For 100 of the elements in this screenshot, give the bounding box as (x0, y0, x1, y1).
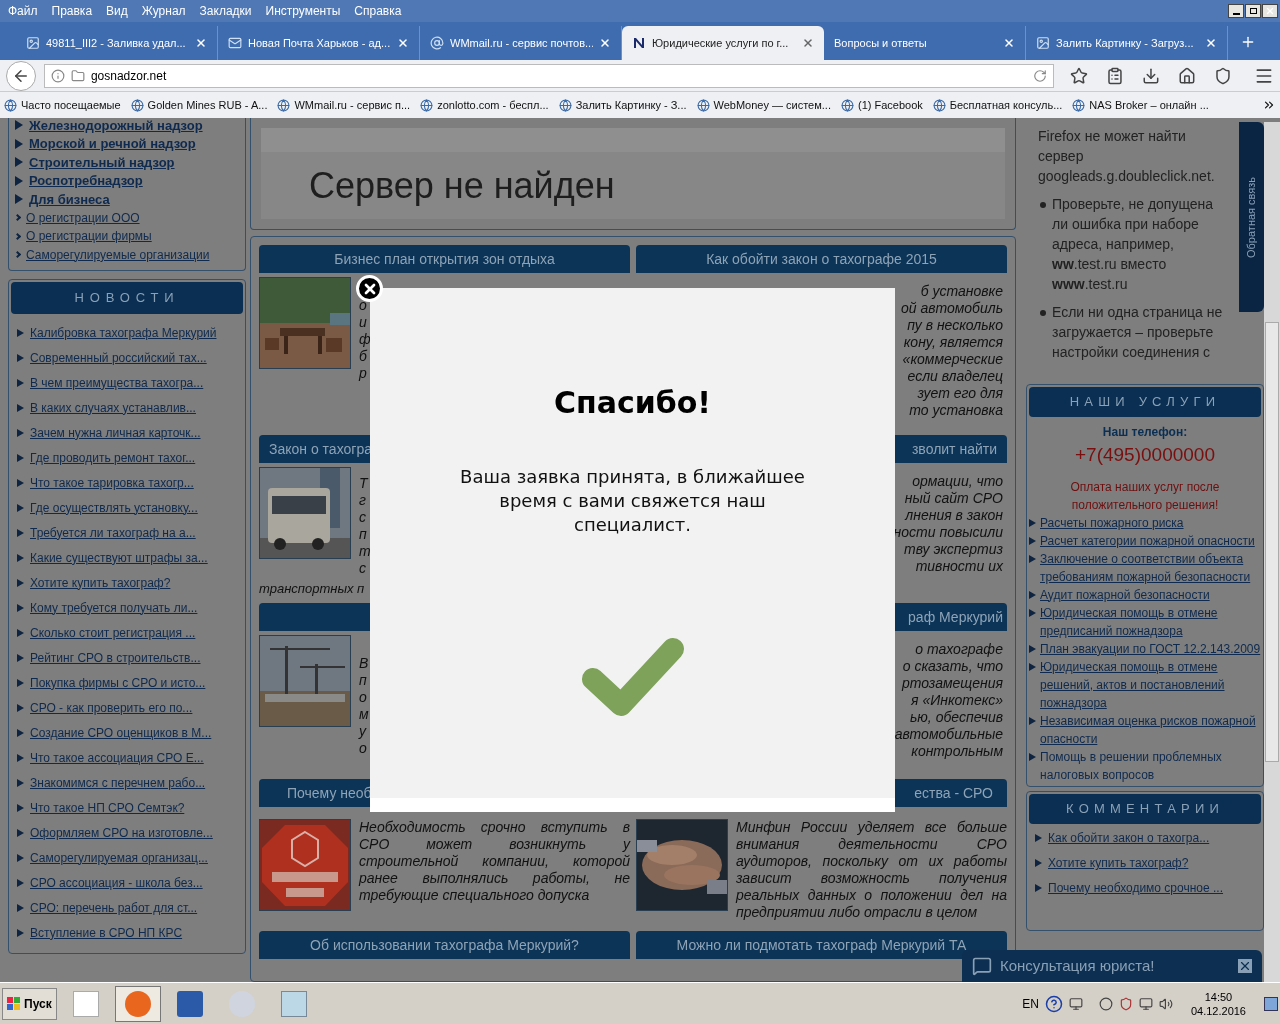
bookmark-item[interactable]: Golden Mines RUB - A... (130, 96, 268, 114)
sidebar-link[interactable]: О регистрации фирмы (26, 227, 152, 246)
tray-icon[interactable] (1098, 996, 1113, 1011)
bookmark-item[interactable]: zonlotto.com - беспл... (420, 96, 549, 114)
info-icon[interactable] (50, 68, 65, 83)
service-link[interactable]: Независимая оценка рисков пожарной опасности (1040, 711, 1261, 748)
close-icon[interactable] (1238, 959, 1252, 973)
service-link[interactable]: Юридическая помощь в отмене решений, актов и постановлений пожнадзора (1040, 657, 1261, 712)
reload-icon[interactable] (1033, 68, 1048, 83)
bookmark-item[interactable]: NAS Broker – онлайн ... (1072, 96, 1209, 114)
service-link[interactable]: Расчет категории пожарной опасности (1040, 531, 1255, 550)
comment-link[interactable]: Как обойти закон о тахогра... (1048, 829, 1210, 847)
article-title[interactable]: зволит найти (911, 438, 997, 460)
close-icon[interactable] (1205, 37, 1217, 49)
news-link[interactable]: Калибровка тахографа Меркурий (30, 323, 217, 342)
article-title[interactable]: Как обойти закон о тахографе 2015 (706, 248, 937, 270)
browser-tab[interactable]: Юридические услуги по г... (622, 26, 824, 60)
bookmark-star-icon[interactable] (1070, 66, 1089, 85)
news-link[interactable]: Где проводить ремонт тахог... (30, 448, 196, 467)
scrollbar[interactable] (1264, 122, 1280, 982)
menu-item[interactable]: Вид (106, 2, 128, 20)
article-title[interactable]: Бизнес план открытия зон отдыха (334, 248, 555, 270)
news-link[interactable]: СРО: перечень работ для ст... (30, 898, 198, 917)
bookmark-item[interactable]: (1) Facebook (840, 96, 923, 114)
news-link[interactable]: Создание СРО оценщиков в М... (30, 723, 212, 742)
security-icon[interactable] (1118, 996, 1133, 1011)
close-icon[interactable] (802, 37, 814, 49)
news-link[interactable]: Оформляем СРО на изготовле... (30, 823, 213, 842)
display-icon[interactable] (1068, 996, 1083, 1011)
news-link[interactable]: Саморегулируемая организац... (30, 848, 208, 867)
bookmark-item[interactable]: Залить Картинку - З... (558, 96, 687, 114)
close-icon[interactable] (397, 37, 409, 49)
menu-item[interactable]: Журнал (141, 2, 186, 20)
menu-item[interactable]: Файл (8, 2, 38, 20)
menu-item[interactable]: Инструменты (265, 2, 341, 20)
new-tab-icon[interactable] (1240, 34, 1256, 50)
news-link[interactable]: Требуется ли тахограф на а... (30, 523, 196, 542)
news-link[interactable]: Современный российский тах... (30, 348, 207, 367)
service-link[interactable]: Расчеты пожарного риска (1040, 513, 1184, 532)
close-icon[interactable] (195, 37, 207, 49)
news-link[interactable]: Кому требуется получать ли... (30, 598, 198, 617)
browser-app-button[interactable] (114, 985, 161, 1022)
news-link[interactable]: Вступление в СРО НП КРС (30, 923, 183, 942)
article-title[interactable]: ества - СРО (914, 782, 993, 804)
menu-item[interactable]: Правка (51, 2, 93, 20)
bookmark-item[interactable]: WMmail.ru - сервис п... (277, 96, 411, 114)
bookmark-item[interactable]: Бесплатная консуль... (932, 96, 1063, 114)
sidebar-link[interactable]: Железнодорожный надзор (29, 118, 203, 135)
news-link[interactable]: Хотите купить тахограф? (30, 573, 171, 592)
news-link[interactable]: СРО - как проверить его по... (30, 698, 193, 717)
news-link[interactable]: Что такое тарировка тахогр... (30, 473, 194, 492)
minimize-button[interactable] (1228, 4, 1244, 18)
sidebar-link[interactable]: Роспотребнадзор (29, 171, 143, 191)
sidebar-link[interactable]: Морской и речной надзор (29, 134, 196, 154)
news-link[interactable]: Какие существуют штрафы за... (30, 548, 208, 567)
news-link[interactable]: В каких случаях устанавлив... (30, 398, 196, 417)
show-desktop-button[interactable] (1264, 996, 1278, 1011)
close-icon[interactable] (599, 37, 611, 49)
service-link[interactable]: Аудит пожарной безопасности (1040, 585, 1210, 604)
service-link[interactable]: План эвакуации по ГОСТ 12.2.143.2009 (1040, 639, 1261, 658)
menu-item[interactable]: Закладки (199, 2, 252, 20)
news-link[interactable]: Где осуществлять установку... (30, 498, 198, 517)
bookmark-item[interactable]: WebMoney — систем... (696, 96, 831, 114)
address-field[interactable]: gosnadzor.net (43, 63, 1055, 88)
news-link[interactable]: Сколько стоит регистрация ... (30, 623, 196, 642)
news-link[interactable]: Что такое НП СРО Семтэк? (30, 798, 185, 817)
close-icon[interactable] (1003, 37, 1015, 49)
volume-icon[interactable] (1158, 996, 1173, 1011)
service-link[interactable]: Заключение о соответствии объекта требованиям пожарной безопасности (1040, 549, 1261, 586)
back-button[interactable] (6, 60, 36, 91)
menu-item[interactable]: Справка (354, 2, 402, 20)
article-title[interactable]: Почему необ (287, 782, 372, 804)
news-link[interactable]: Зачем нужна личная карточк... (30, 423, 201, 442)
sidebar-link[interactable]: Для бизнеса (29, 189, 110, 209)
window-close-button[interactable] (1262, 4, 1278, 18)
news-link[interactable]: Знакомимся с перечнем рабо... (30, 773, 206, 792)
bookmarks-list-icon[interactable] (1106, 66, 1125, 85)
comment-link[interactable]: Хотите купить тахограф? (1048, 854, 1189, 872)
article-title[interactable]: Об использовании тахографа Меркурий? (310, 934, 579, 956)
feedback-tab[interactable]: Обратная связь (1239, 122, 1264, 312)
network-icon[interactable] (1138, 996, 1153, 1011)
language-indicator[interactable]: EN (1022, 994, 1039, 1013)
sidebar-link[interactable]: О регистрации ООО (26, 208, 140, 227)
restore-button[interactable] (1245, 4, 1261, 18)
chat-widget[interactable]: Консультация юриста! (962, 950, 1262, 982)
news-link[interactable]: Покупка фирмы с СРО и исто... (30, 673, 206, 692)
article-title[interactable]: раф Меркурий (908, 606, 1003, 628)
news-link[interactable]: Что такое ассоциация СРО Е... (30, 748, 204, 767)
help-icon[interactable] (1044, 994, 1063, 1013)
service-link[interactable]: Юридическая помощь в отмене предписаний пожнадзора (1040, 603, 1261, 640)
sidebar-link[interactable]: Саморегулируемые организации (26, 245, 210, 264)
more-bookmarks-icon[interactable] (1262, 98, 1276, 112)
news-link[interactable]: В чем преимущества тахогра... (30, 373, 204, 392)
bookmark-item[interactable]: Часто посещаемые (4, 96, 121, 114)
sidebar-link[interactable]: Строительный надзор (29, 152, 175, 172)
start-button[interactable]: Пуск (2, 987, 57, 1020)
home-icon[interactable] (1178, 66, 1197, 85)
download-icon[interactable] (1142, 66, 1161, 85)
comment-link[interactable]: Почему необходимо срочное ... (1048, 879, 1223, 897)
news-link[interactable]: СРО ассоциация - школа без... (30, 873, 203, 892)
